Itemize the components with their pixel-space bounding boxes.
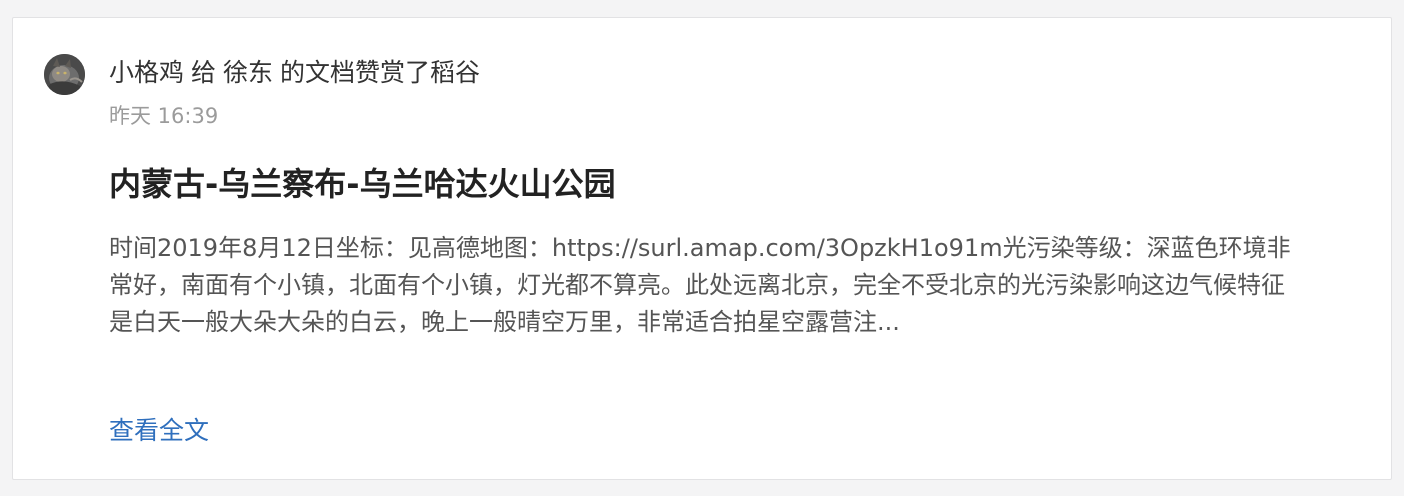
activity-line: 小格鸡给徐东 的文档赞赏了稻谷 (109, 56, 480, 90)
actor-name-link[interactable]: 小格鸡 (109, 58, 184, 87)
verb-text: 给 (191, 58, 217, 87)
cat-photo-avatar-icon (44, 54, 85, 95)
timestamp: 昨天 16:39 (109, 104, 219, 128)
document-title-link[interactable]: 内蒙古-乌兰察布-乌兰哈达火山公园 (109, 162, 616, 206)
action-text: 的文档赞赏了稻谷 (280, 58, 481, 87)
target-user-link[interactable]: 徐东 (223, 58, 273, 87)
read-full-text-link[interactable]: 查看全文 (109, 414, 209, 448)
user-avatar[interactable] (44, 54, 85, 95)
document-excerpt: 时间2019年8月12日坐标：见高德地图：https://surl.amap.c… (109, 234, 1291, 336)
feed-card: 小格鸡给徐东 的文档赞赏了稻谷 昨天 16:39 内蒙古-乌兰察布-乌兰哈达火山公… (12, 17, 1392, 480)
